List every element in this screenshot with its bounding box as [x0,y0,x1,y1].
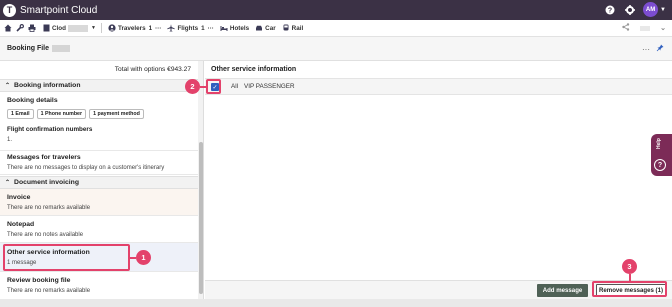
nav-placeholder [640,25,651,31]
osi-message-row[interactable]: ✓ All VIP PASSENGER [205,78,672,95]
gear-icon[interactable] [624,4,635,15]
flights-label: Flights [177,24,199,32]
section-label: Booking information [14,82,81,89]
chevron-down-icon[interactable]: ⌄ [660,24,666,32]
booking-file-actions: ··· [636,44,664,54]
app-brand: Smartpoint Cloud [20,4,98,16]
flight-confirmation-title: Flight confirmation numbers [7,126,93,133]
pin-icon[interactable] [656,44,664,54]
airplane-icon [167,24,176,32]
callout-box-2 [206,79,221,94]
chip-payment: 1 payment method [89,109,144,119]
invoice-title: Invoice [7,194,31,201]
list-item-review-booking-file[interactable]: Review booking file There are no remarks… [0,272,198,299]
flights-more[interactable]: ··· [208,25,214,32]
help-icon[interactable]: ? [604,4,615,15]
printer-icon[interactable] [28,24,36,32]
avatar[interactable]: AM [643,2,659,17]
flights-count: 1 [201,24,205,32]
nav-right-actions: ⌄ [622,23,666,33]
hotels-label: Hotels [229,24,250,32]
bed-icon [220,24,228,32]
more-icon[interactable]: ··· [642,45,650,54]
pcc-selector[interactable]: Clod ▼ [42,24,96,32]
chip-phone: 1 Phone number [36,109,87,119]
flight-confirmation-value: 1. [7,137,13,143]
callout-box-3 [592,281,667,297]
total-with-options: Total with options €943.27 [114,66,191,73]
osi-panel-title: Other service information [211,66,297,73]
nav-travelers[interactable]: Travelers 1 ··· [108,24,161,32]
bottom-strip [0,299,672,307]
list-item-messages[interactable]: Messages for travelers There are no mess… [0,151,198,175]
list-item-notepad[interactable]: Notepad There are no notes available [0,216,198,243]
booking-details-chips: 1 Email 1 Phone number 1 payment method [7,109,147,119]
car-label: Car [265,24,276,32]
review-title: Review booking file [7,277,71,284]
top-bar-actions: ? AM ▼ [595,2,666,17]
messages-title: Messages for travelers [7,154,81,161]
chevron-down-icon[interactable]: ▼ [660,7,666,13]
share-icon[interactable] [622,23,630,33]
help-label: Help [656,138,662,149]
callout-connector-3 [629,274,631,281]
travelers-label: Travelers [117,24,146,32]
nav-hotels[interactable]: Hotels [220,24,249,32]
right-panel: Other service information ✓ All VIP PASS… [205,61,672,299]
chevron-up-icon: ⌃ [5,83,11,89]
chevron-down-icon: ▼ [91,25,96,31]
booking-file-redacted [52,45,70,52]
rail-label: Rail [291,24,304,32]
pcc-redacted [68,24,88,32]
person-icon [108,24,116,32]
wrench-icon[interactable] [16,24,24,32]
chevron-up-icon: ⌃ [5,180,11,186]
list-item-booking-details[interactable]: Booking details 1 Email 1 Phone number 1… [0,92,198,151]
booking-file-label: Booking File [7,45,49,52]
add-message-button[interactable]: Add message [537,284,588,297]
train-icon [282,24,290,32]
callout-box-1 [3,244,130,271]
document-icon [42,24,50,32]
question-icon: ? [654,159,666,171]
section-booking-information[interactable]: ⌃ Booking information [0,79,198,92]
callout-badge-1: 1 [136,250,151,265]
osi-scope: All [231,83,238,90]
chip-email: 1 Email [7,109,34,119]
left-scrollbar[interactable] [198,61,203,299]
callout-badge-2: 2 [185,79,200,94]
svg-text:?: ? [607,7,611,14]
notepad-subtitle: There are no notes available [7,232,84,238]
nav-car[interactable]: Car [255,24,276,32]
callout-badge-3: 3 [622,259,637,274]
car-icon [255,24,263,32]
nav-flights[interactable]: Flights 1 ··· [167,24,214,32]
invoice-subtitle: There are no remarks available [7,205,91,211]
review-subtitle: There are no remarks available [7,288,91,294]
list-item-invoice[interactable]: Invoice There are no remarks available [0,189,198,216]
help-tab[interactable]: Help ? [651,134,672,176]
travelport-logo: T [3,3,16,17]
travelers-more[interactable]: ··· [155,25,161,32]
notepad-title: Notepad [7,221,35,228]
booking-file-header: Booking File ··· [0,37,672,61]
nav-bar: Clod ▼ Travelers 1 ··· Flights 1 ··· Hot… [0,20,672,37]
travelers-count: 1 [148,24,153,32]
pcc-label: Clod [52,24,66,32]
nav-rail[interactable]: Rail [282,24,304,32]
booking-file-title: Booking File [7,45,70,52]
nav-divider [100,23,102,33]
section-label: Document invoicing [14,179,79,186]
osi-message-text: VIP PASSENGER [244,83,295,90]
top-bar: T Smartpoint Cloud ? AM ▼ [0,0,672,20]
section-document-invoicing[interactable]: ⌃ Document invoicing [0,176,198,189]
messages-subtitle: There are no messages to display on a cu… [7,165,165,171]
scrollbar-thumb[interactable] [199,142,203,294]
home-icon[interactable] [4,24,12,32]
booking-details-title: Booking details [7,97,58,104]
